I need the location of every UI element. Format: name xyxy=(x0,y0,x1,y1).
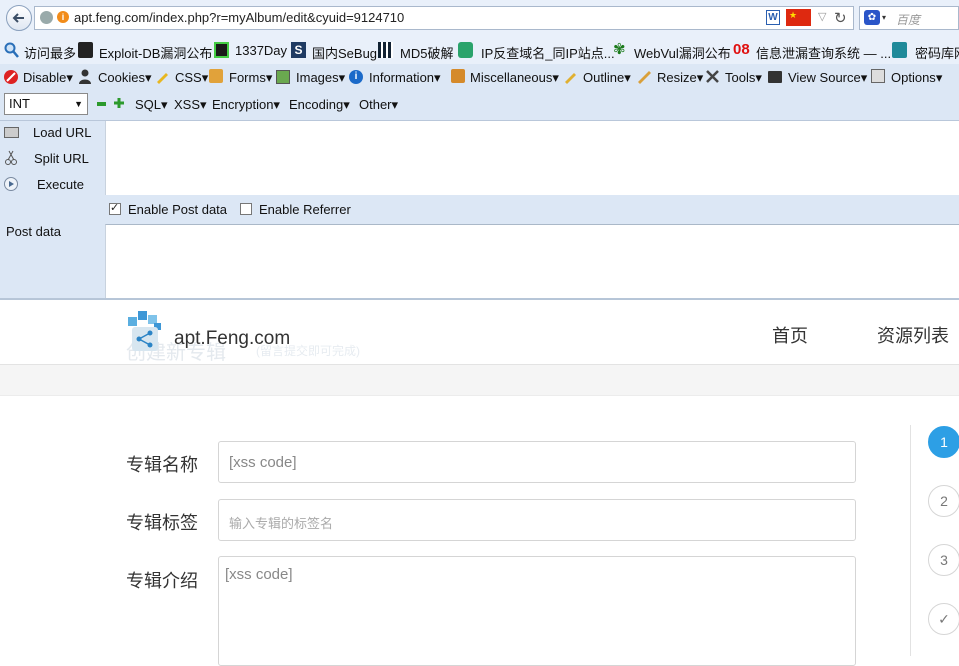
menu-sql[interactable]: SQL▾ xyxy=(135,97,168,113)
album-intro-value: [xss code] xyxy=(225,566,293,583)
menu-miscellaneous[interactable]: Miscellaneous▾ xyxy=(470,70,559,86)
post-data-label: Post data xyxy=(6,224,61,239)
forms-clipboard-icon xyxy=(209,69,223,83)
search-engine-dropdown-icon[interactable]: ▾ xyxy=(882,13,886,22)
page-band xyxy=(0,365,959,396)
post-data-textarea[interactable] xyxy=(105,224,959,298)
logo-text[interactable]: apt.Feng.com xyxy=(174,328,290,350)
album-name-value: [xss code] xyxy=(229,454,297,471)
menu-information[interactable]: Information▾ xyxy=(369,70,441,86)
menu-tools[interactable]: Tools▾ xyxy=(725,70,762,86)
menu-images[interactable]: Images▾ xyxy=(296,70,345,86)
hackbar-url-textarea[interactable] xyxy=(105,121,959,195)
menu-view-source[interactable]: View Source▾ xyxy=(788,70,867,86)
plus-icon[interactable] xyxy=(113,97,127,111)
images-icon xyxy=(276,70,290,84)
nav-resource-list[interactable]: 资源列表 xyxy=(877,322,949,348)
globe-icon xyxy=(40,11,53,24)
ip-lookup-icon xyxy=(458,42,473,58)
steps-divider xyxy=(910,425,911,656)
load-url-button[interactable]: Load URL xyxy=(33,125,92,140)
menu-encoding[interactable]: Encoding▾ xyxy=(289,97,350,113)
menu-other[interactable]: Other▾ xyxy=(359,97,398,113)
resize-ruler-icon xyxy=(637,70,651,84)
album-intro-textarea[interactable] xyxy=(218,556,856,666)
china-flag-icon[interactable]: ★ xyxy=(786,9,811,26)
nav-home[interactable]: 首页 xyxy=(772,322,808,348)
key-icon xyxy=(892,42,907,58)
hackbar-options-row xyxy=(105,195,959,224)
search-gear-icon xyxy=(4,42,19,58)
bookmark-1337day[interactable]: 1337Day xyxy=(235,43,287,58)
bookmark-webvul[interactable]: WebVul漏洞公布 xyxy=(634,43,731,62)
reload-icon[interactable]: ↻ xyxy=(834,9,847,27)
album-name-input[interactable] xyxy=(218,441,856,483)
load-url-icon xyxy=(4,127,19,138)
url-text[interactable]: apt.feng.com/index.php?r=myAlbum/edit&cy… xyxy=(74,10,404,25)
site-identity-icon[interactable]: i xyxy=(57,11,69,23)
bookmark-most-visited[interactable]: 访问最多 xyxy=(24,43,76,62)
url-dropdown-icon[interactable]: ▽ xyxy=(818,10,826,23)
disable-icon xyxy=(4,70,18,84)
scissors-icon xyxy=(5,150,19,165)
split-url-button[interactable]: Split URL xyxy=(34,151,89,166)
cookies-icon xyxy=(78,69,92,84)
menu-options[interactable]: Options▾ xyxy=(891,70,942,86)
tools-icon xyxy=(705,69,719,83)
album-tags-label: 专辑标签 xyxy=(126,513,198,533)
album-intro-label: 专辑介绍 xyxy=(126,571,198,591)
bookmark-info-leak[interactable]: 信息泄漏查询系统 — ... xyxy=(756,43,891,62)
menu-encryption[interactable]: Encryption▾ xyxy=(212,97,280,113)
step-1[interactable]: 1 xyxy=(928,426,959,458)
step-2[interactable]: 2 xyxy=(928,485,959,517)
minus-icon[interactable] xyxy=(97,102,106,106)
execute-play-icon xyxy=(4,177,18,191)
menu-outline[interactable]: Outline▾ xyxy=(583,70,631,86)
enable-referrer-checkbox[interactable] xyxy=(240,203,252,215)
step-done-check-icon[interactable]: ✓ xyxy=(928,603,959,635)
step-3[interactable]: 3 xyxy=(928,544,959,576)
bookmark-ip-lookup[interactable]: IP反查域名_同IP站点... xyxy=(481,43,615,62)
md5-grid-icon xyxy=(378,42,393,58)
webvul-icon: ✾ xyxy=(613,41,626,58)
enable-post-label[interactable]: Enable Post data xyxy=(128,202,227,217)
logo-cubes-icon[interactable] xyxy=(126,309,164,353)
back-button[interactable] xyxy=(6,5,32,31)
bookmark-md5[interactable]: MD5破解 xyxy=(400,43,453,62)
bookmark-exploit-db[interactable]: Exploit-DB漏洞公布 xyxy=(99,43,212,62)
information-icon: i xyxy=(349,70,363,84)
sebug-icon: S xyxy=(291,42,306,58)
album-name-label: 专辑名称 xyxy=(126,455,198,475)
execute-button[interactable]: Execute xyxy=(37,177,84,192)
css-pencil-icon xyxy=(155,70,169,84)
int-select[interactable]: INT ▼ xyxy=(4,93,88,115)
album-tags-placeholder: 输入专辑的标签名 xyxy=(229,516,334,531)
menu-disable[interactable]: Disable▾ xyxy=(23,70,73,86)
hackbar-side-panel xyxy=(0,121,105,298)
menu-cookies[interactable]: Cookies▾ xyxy=(98,70,152,86)
baidu-paw-icon[interactable]: ✿ xyxy=(864,10,880,25)
enable-post-checkbox[interactable] xyxy=(109,201,121,215)
08-icon: 08 xyxy=(733,41,750,58)
enable-referrer-label[interactable]: Enable Referrer xyxy=(259,202,351,217)
outline-pencil-icon xyxy=(563,70,577,84)
back-arrow-icon xyxy=(12,13,24,23)
search-placeholder: 百度 xyxy=(896,13,921,27)
menu-forms[interactable]: Forms▾ xyxy=(229,70,272,86)
exploit-db-icon xyxy=(78,42,93,58)
menu-css[interactable]: CSS▾ xyxy=(175,70,208,86)
bookmark-sebug[interactable]: 国内SeBug xyxy=(312,43,377,62)
bookmark-password[interactable]: 密码库网 xyxy=(915,43,959,62)
miscellaneous-icon xyxy=(451,69,465,83)
menu-xss[interactable]: XSS▾ xyxy=(174,97,207,113)
options-icon xyxy=(871,69,885,83)
view-source-icon xyxy=(768,71,782,83)
menu-resize[interactable]: Resize▾ xyxy=(657,70,703,86)
1337day-icon xyxy=(214,42,229,58)
word-icon[interactable]: W xyxy=(766,10,780,25)
